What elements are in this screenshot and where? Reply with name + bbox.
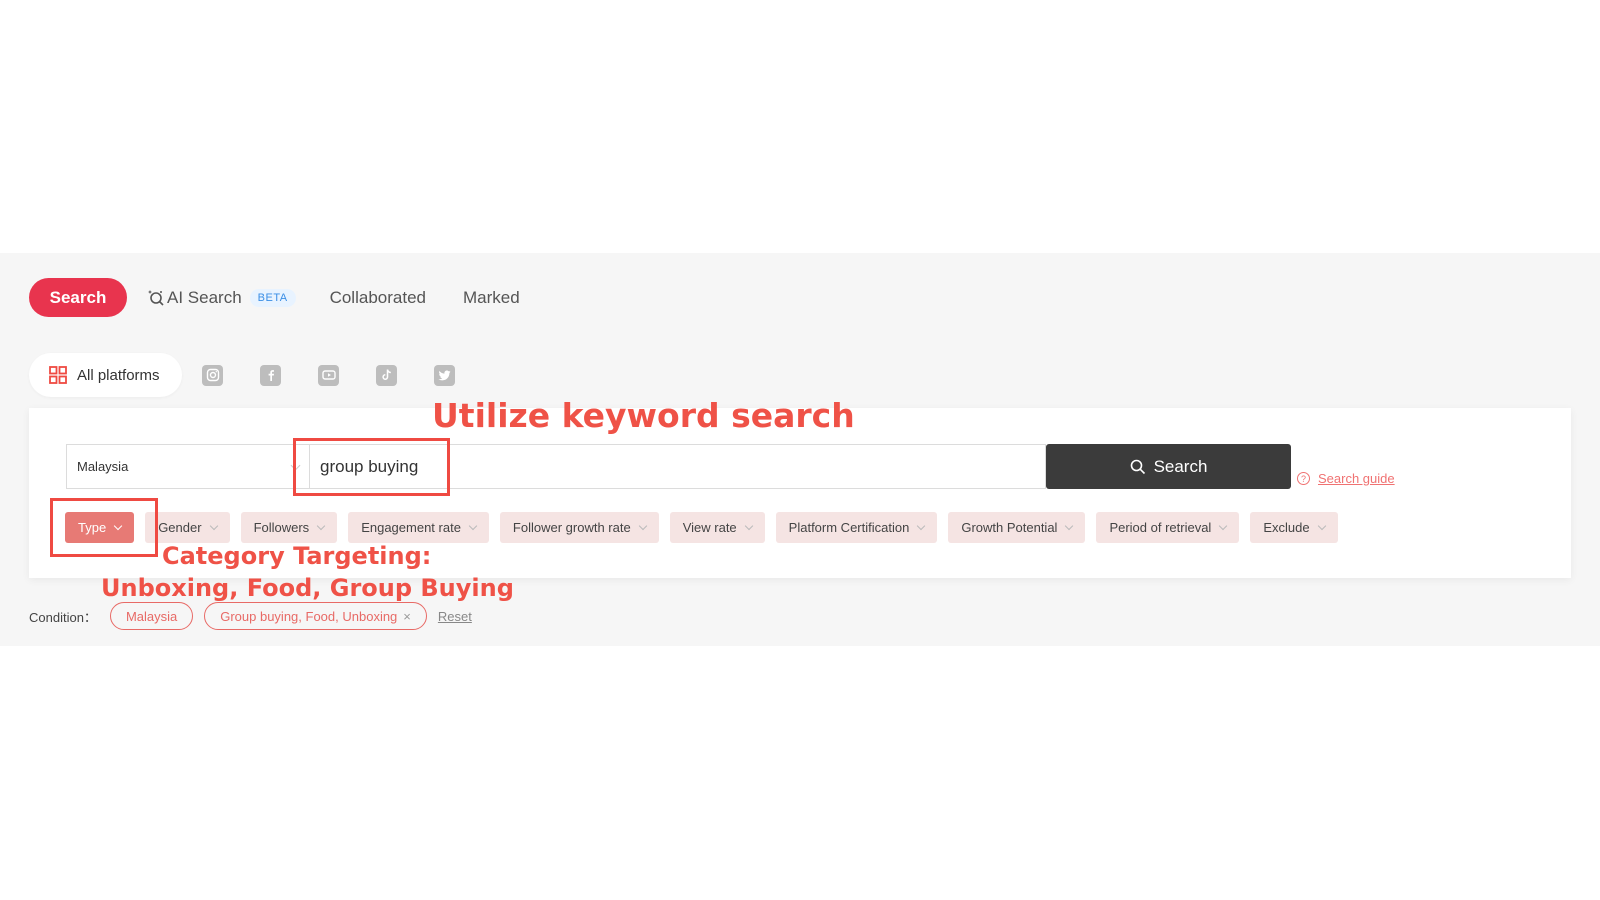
search-button[interactable]: Search	[1046, 444, 1291, 489]
tab-ai-search[interactable]: AI Search BETA	[147, 288, 296, 308]
twitter-icon[interactable]	[434, 364, 455, 386]
youtube-icon[interactable]	[318, 364, 339, 386]
search-mode-tabs: Search AI Search BETA Collaborated Marke…	[29, 278, 520, 317]
grid-icon	[49, 366, 67, 384]
condition-tag-label: Malaysia	[125, 608, 178, 624]
category-annotation-line2: Unboxing, Food, Group Buying	[101, 574, 514, 602]
chevron-down-icon	[1065, 521, 1074, 530]
all-platforms-button[interactable]: All platforms	[29, 353, 182, 397]
platform-filter: All platforms	[29, 353, 455, 397]
filter-label: Growth Potential	[961, 520, 1058, 535]
question-circle-icon: ?	[1297, 472, 1310, 485]
chevron-down-icon	[209, 521, 218, 530]
filter-label: Engagement rate	[361, 520, 461, 535]
search-icon	[1130, 459, 1145, 474]
filter-gender[interactable]: Gender	[145, 512, 230, 543]
condition-label: Condition：	[29, 609, 97, 625]
filter-growth-potential[interactable]: Growth Potential	[948, 512, 1086, 543]
tab-search[interactable]: Search	[29, 278, 127, 317]
search-guide-label: Search guide	[1318, 471, 1395, 486]
filter-type[interactable]: Type	[65, 512, 135, 543]
reset-link[interactable]: Reset	[438, 609, 472, 624]
chevron-down-icon	[638, 521, 647, 530]
instagram-icon[interactable]	[202, 364, 223, 386]
country-value: Malaysia	[77, 459, 129, 474]
filter-label: Exclude	[1263, 520, 1310, 535]
chevron-down-icon	[290, 460, 301, 471]
ai-search-label: AI Search	[167, 287, 242, 307]
filter-bar: Type Gender Followers Engagement rate Fo…	[65, 512, 1349, 543]
search-guide-link[interactable]: ? Search guide	[1297, 471, 1395, 486]
condition-tag-type[interactable]: Group buying, Food, Unboxing ×	[204, 602, 427, 630]
filter-view-rate[interactable]: View rate	[669, 512, 765, 543]
filter-followers[interactable]: Followers	[240, 512, 338, 543]
chevron-down-icon	[316, 521, 326, 530]
search-button-label: Search	[1153, 456, 1208, 476]
tiktok-icon[interactable]	[376, 364, 397, 386]
keyword-value: group buying	[320, 456, 419, 476]
chevron-down-icon	[468, 521, 478, 530]
chevron-down-icon	[917, 521, 926, 530]
category-annotation-line1: Category Targeting:	[162, 542, 432, 570]
filter-label: View rate	[682, 520, 737, 535]
filter-label: Period of retrieval	[1109, 520, 1212, 535]
chevron-down-icon	[1219, 521, 1228, 530]
filter-label: Followers	[253, 520, 310, 535]
chevron-down-icon	[113, 521, 123, 530]
filter-label: Platform Certification	[788, 520, 910, 535]
search-bar: Malaysia group buying Search	[66, 444, 1291, 489]
filter-platform-certification[interactable]: Platform Certification	[775, 512, 938, 543]
filter-label: Gender	[158, 520, 202, 535]
all-platforms-label: All platforms	[77, 366, 160, 384]
filter-engagement-rate[interactable]: Engagement rate	[348, 512, 489, 543]
filter-label: Follower growth rate	[512, 520, 631, 535]
beta-badge: BETA	[249, 288, 296, 307]
close-icon[interactable]: ×	[403, 609, 411, 624]
filter-label: Type	[78, 520, 107, 535]
tab-collaborated[interactable]: Collaborated	[330, 288, 426, 308]
keyword-annotation: Utilize keyword search	[432, 396, 855, 435]
tab-marked[interactable]: Marked	[463, 288, 520, 308]
filter-follower-growth-rate[interactable]: Follower growth rate	[499, 512, 659, 543]
filter-period-of-retrieval[interactable]: Period of retrieval	[1096, 512, 1240, 543]
country-select[interactable]: Malaysia	[66, 444, 309, 489]
chevron-down-icon	[1317, 521, 1326, 530]
condition-tag-label: Group buying, Food, Unboxing	[220, 608, 398, 624]
keyword-input[interactable]: group buying	[309, 444, 1046, 489]
active-conditions: Condition： Malaysia Group buying, Food, …	[29, 602, 472, 630]
condition-tag-country[interactable]: Malaysia	[109, 602, 194, 630]
filter-exclude[interactable]: Exclude	[1250, 512, 1338, 543]
facebook-icon[interactable]	[260, 364, 281, 386]
ai-sparkle-search-icon	[148, 289, 164, 306]
chevron-down-icon	[744, 521, 753, 530]
